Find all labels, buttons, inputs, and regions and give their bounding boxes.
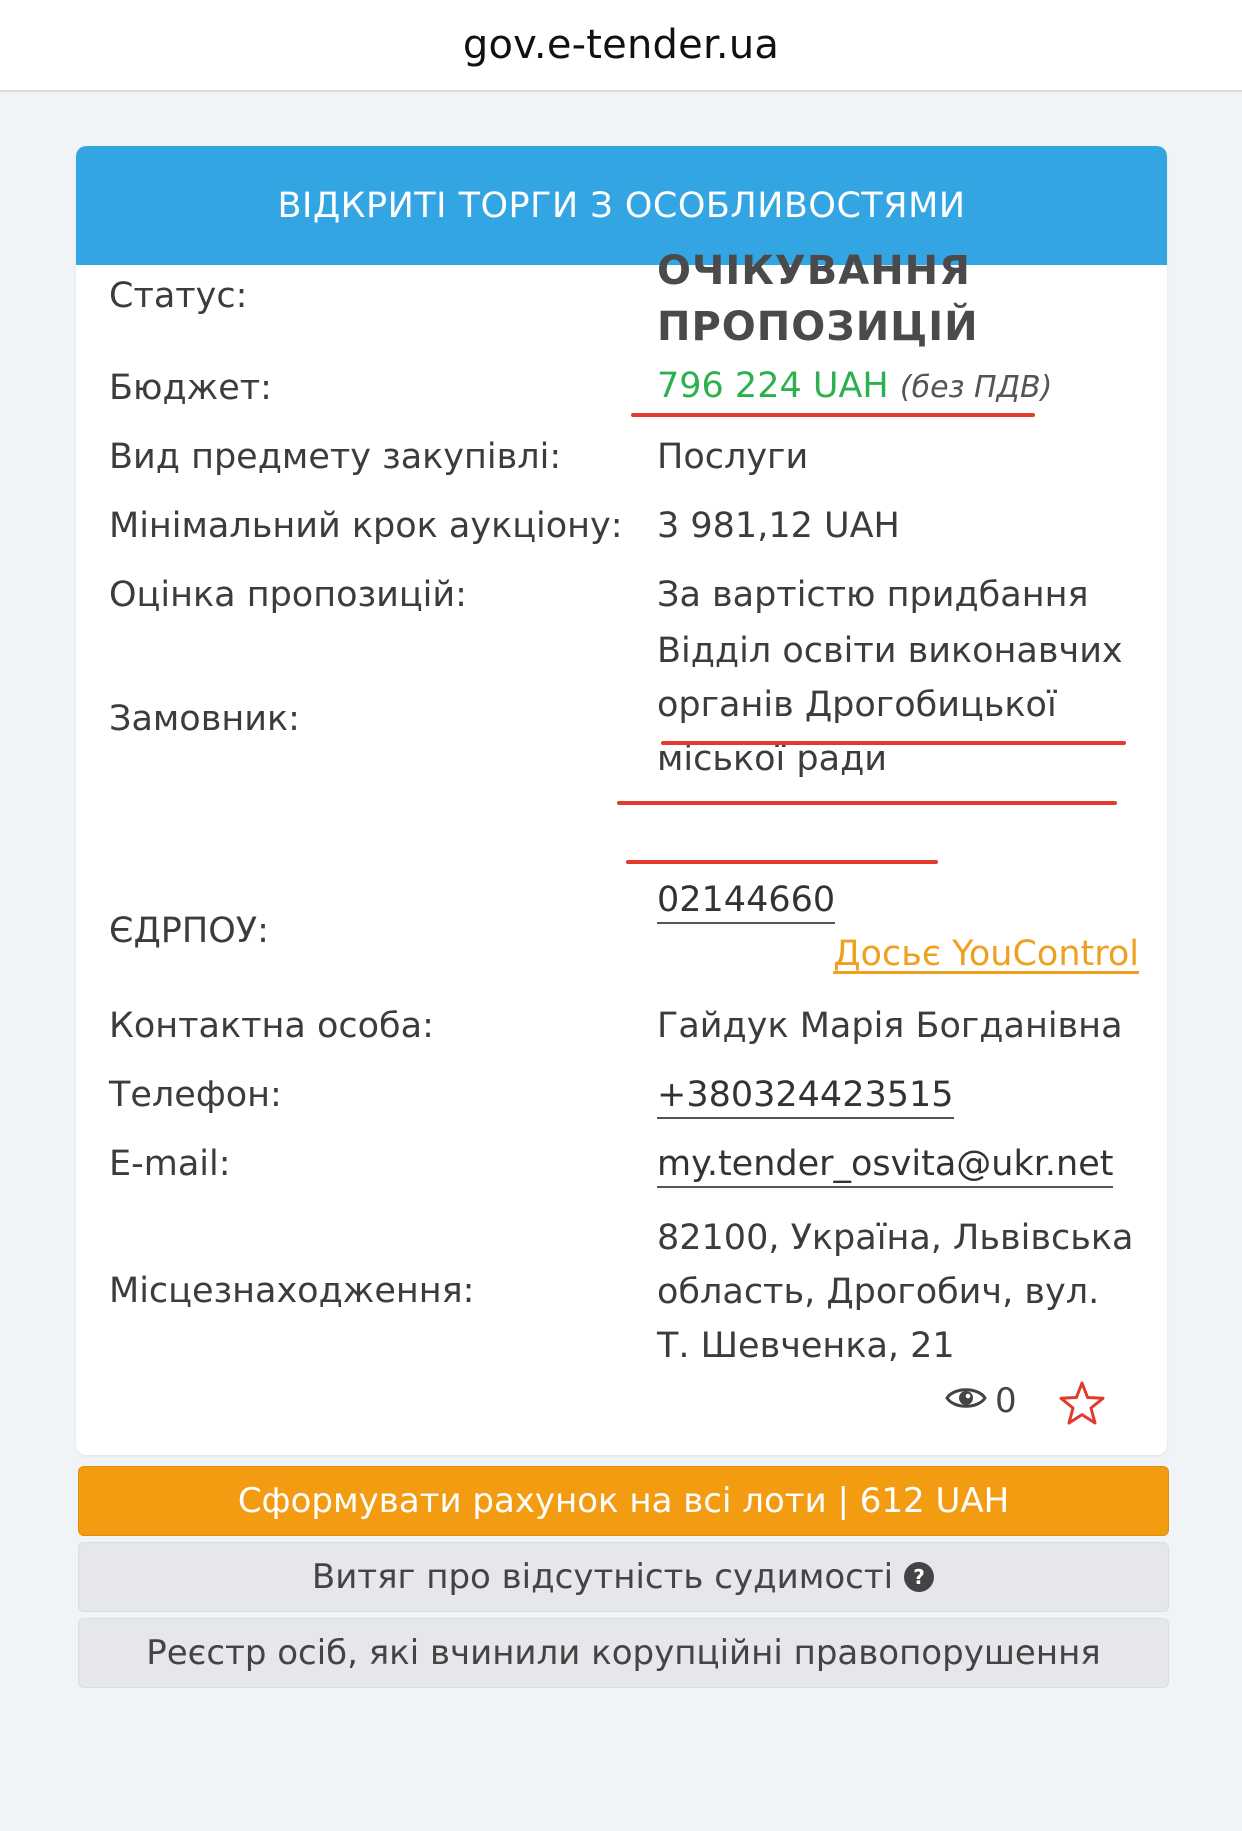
budget-value-group: 796 224 UAH (без ПДВ) [657,366,1052,406]
criminal-record-label: Витяг про відсутність судимості [311,1557,894,1597]
email-value[interactable]: my.tender_osvita@ukr.net [657,1144,1114,1188]
evaluation-label: Оцінка пропозицій: [109,575,467,615]
contact-value: Гайдук Марія Богданівна [657,1006,1123,1046]
location-value: 82100, Україна, Львівська область, Дрого… [657,1211,1157,1373]
views-counter: 0 [945,1381,1017,1421]
customer-value[interactable]: Відділ освіти виконавчих органів Дрогоби… [657,624,1157,786]
tender-card: ВІДКРИТІ ТОРГИ З ОСОБЛИВОСТЯМИ Статус: О… [76,146,1167,1455]
invoice-button[interactable]: Сформувати рахунок на всі лоти | 612 UAH [78,1466,1169,1536]
eye-icon [945,1381,987,1421]
corruption-registry-label: Реєстр осіб, які вчинили корупційні прав… [146,1633,1101,1673]
location-label: Місцезнаходження: [109,1271,475,1311]
favorite-star-icon[interactable] [1058,1380,1106,1430]
phone-link[interactable]: +380324423515 [657,1075,954,1119]
evaluation-value: За вартістю придбання [657,575,1089,615]
location-line1: 82100, Україна, Львівська [657,1218,1134,1258]
contact-label: Контактна особа: [109,1006,434,1046]
phone-label: Телефон: [109,1075,282,1115]
customer-label: Замовник: [109,699,300,739]
auction-step-label: Мінімальний крок аукціону: [109,506,623,546]
location-line3: Т. Шевченка, 21 [657,1326,955,1366]
invoice-button-label: Сформувати рахунок на всі лоти | 612 UAH [237,1481,1010,1521]
customer-line1: Відділ освіти виконавчих [657,631,1123,671]
tender-type-header: ВІДКРИТІ ТОРГИ З ОСОБЛИВОСТЯМИ [76,146,1167,265]
annotation-underline-customer-3 [626,860,938,864]
annotation-underline-customer-2 [617,801,1117,805]
auction-step-value: 3 981,12 UAH [657,506,900,546]
edrpou-label: ЄДРПОУ: [109,911,269,951]
status-value-line2: ПРОПОЗИЦІЙ [657,304,979,350]
corruption-registry-button[interactable]: Реєстр осіб, які вчинили корупційні прав… [78,1618,1169,1688]
subject-value: Послуги [657,437,809,477]
youcontrol-link[interactable]: Досьє YouControl [833,934,1139,974]
annotation-underline-budget [631,413,1035,417]
customer-line2: органів Дрогобицької [657,685,1057,725]
svg-text:?: ? [913,1565,925,1589]
url-text[interactable]: gov.e-tender.ua [463,22,779,68]
criminal-record-button[interactable]: Витяг про відсутність судимості ? [78,1542,1169,1612]
budget-vat-note: (без ПДВ) [899,370,1053,405]
location-line2: область, Дрогобич, вул. [657,1272,1100,1312]
budget-label: Бюджет: [109,368,272,408]
phone-value[interactable]: +380324423515 [657,1075,954,1119]
edrpou-value[interactable]: 02144660 [657,880,836,924]
status-label: Статус: [109,276,248,316]
budget-value: 796 224 UAH [657,366,889,406]
email-label: E-mail: [109,1144,231,1184]
subject-label: Вид предмету закупівлі: [109,437,562,477]
browser-address-bar[interactable]: gov.e-tender.ua [0,0,1242,92]
email-link[interactable]: my.tender_osvita@ukr.net [657,1144,1114,1188]
annotation-underline-customer-1 [661,741,1126,745]
tender-type-title: ВІДКРИТІ ТОРГИ З ОСОБЛИВОСТЯМИ [277,185,966,226]
views-count: 0 [995,1381,1017,1421]
status-value-line1: ОЧІКУВАННЯ [657,248,971,294]
status-value: ОЧІКУВАННЯ ПРОПОЗИЦІЙ [657,243,979,355]
help-icon[interactable]: ? [903,1561,935,1593]
edrpou-link[interactable]: 02144660 [657,880,836,924]
